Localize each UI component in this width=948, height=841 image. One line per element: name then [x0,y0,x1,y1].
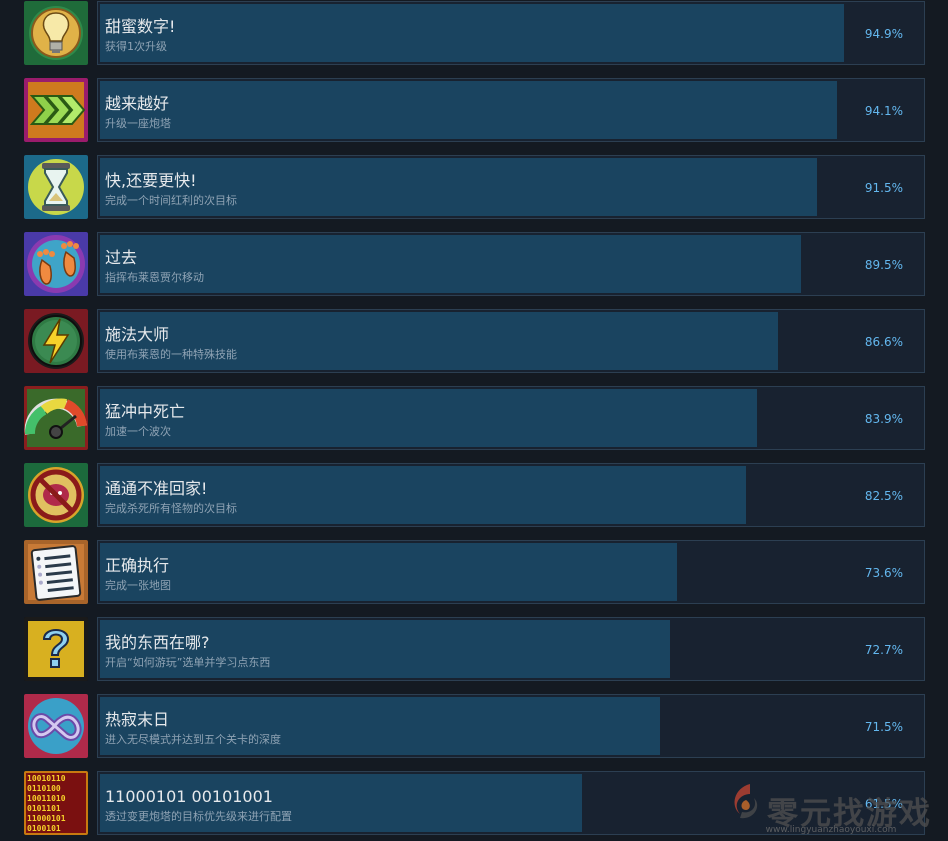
triple-chevron-icon [24,78,88,142]
footprints-icon [24,232,88,296]
svg-text:11000101: 11000101 [27,814,66,823]
checklist-icon [24,540,88,604]
speedometer-icon [24,386,88,450]
achievement-progress-bar: 甜蜜数字! 获得1次升级 94.9% [97,1,925,65]
achievement-percent: 82.5% [864,489,903,503]
achievement-percent: 73.6% [864,566,903,580]
achievement-description: 获得1次升级 [105,40,167,53]
achievement-description: 升级一座炮塔 [105,117,171,130]
achievement-percent: 61.5% [864,797,903,811]
achievement-row: 越来越好升级一座炮塔 94.1% [0,78,948,142]
achievement-progress-bar: 11000101 00101001 透过变更炮塔的目标优先级来进行配置 61.5% [97,771,925,835]
achievement-progress-bar: 正确执行完成一张地图 73.6% [97,540,925,604]
infinity-icon [24,694,88,758]
achievement-row: 施法大师使用布莱恩的一种特殊技能 86.6% [0,309,948,373]
achievement-description: 透过变更炮塔的目标优先级来进行配置 [105,810,292,823]
achievement-percent: 94.9% [864,27,903,41]
achievement-percent: 94.1% [864,104,903,118]
achievement-description: 完成一张地图 [105,579,171,592]
achievement-progress-fill [100,81,837,139]
achievement-progress-bar: 热寂末日进入无尽模式并达到五个关卡的深度 71.5% [97,694,925,758]
achievement-row: 通通不准回家! 完成杀死所有怪物的次目标 82.5% [0,463,948,527]
achievement-percent: 91.5% [864,181,903,195]
achievement-progress-bar: 猛冲中死亡加速一个波次 83.9% [97,386,925,450]
question-mark-icon [24,617,88,681]
achievement-description: 加速一个波次 [105,425,171,438]
svg-text:0110100: 0110100 [27,784,61,793]
achievement-progress-bar: 我的东西在哪? 开启“如何游玩”选单并学习点东西 72.7% [97,617,925,681]
achievement-title: 施法大师 [105,325,170,344]
achievement-progress-bar: 施法大师使用布莱恩的一种特殊技能 86.6% [97,309,925,373]
achievement-row: 甜蜜数字! 获得1次升级 94.9% [0,1,948,65]
lightning-icon [24,309,88,373]
achievement-row: 我的东西在哪? 开启“如何游玩”选单并学习点东西 72.7% [0,617,948,681]
achievement-title: 越来越好 [105,94,170,113]
svg-text:0101101: 0101101 [27,804,61,813]
achievement-title: 过去 [105,248,138,267]
binary-code-icon: 10010110 0110100 10011010 0101101 11000101 01… [24,771,88,835]
achievement-description: 完成一个时间红利的次目标 [105,194,237,207]
achievement-row: 猛冲中死亡加速一个波次 83.9% [0,386,948,450]
svg-text:10011010: 10011010 [27,794,66,803]
achievement-progress-bar: 快,还要更快! 完成一个时间红利的次目标 91.5% [97,155,925,219]
achievement-progress-bar: 过去指挥布莱恩贾尔移动 89.5% [97,232,925,296]
achievement-title: 正确执行 [105,556,170,575]
achievement-title: 我的东西在哪? [105,633,210,652]
achievement-progress-fill [100,4,844,62]
achievement-title: 热寂末日 [105,710,170,729]
achievement-description: 开启“如何游玩”选单并学习点东西 [105,656,271,669]
achievement-progress-fill [100,389,757,447]
achievement-title: 甜蜜数字! [105,17,176,36]
achievement-percent: 86.6% [864,335,903,349]
no-monster-icon [24,463,88,527]
achievement-row: 10010110 0110100 10011010 0101101 11000101 01… [0,771,948,835]
hourglass-icon [24,155,88,219]
achievement-percent: 83.9% [864,412,903,426]
achievement-title: 通通不准回家! [105,479,208,498]
achievement-percent: 71.5% [864,720,903,734]
achievement-progress-bar: 越来越好升级一座炮塔 94.1% [97,78,925,142]
achievement-description: 使用布莱恩的一种特殊技能 [105,348,237,361]
achievement-title: 11000101 00101001 [105,787,273,806]
achievement-row: 过去指挥布莱恩贾尔移动 89.5% [0,232,948,296]
achievement-row: 快,还要更快! 完成一个时间红利的次目标 91.5% [0,155,948,219]
achievement-progress-fill [100,543,677,601]
achievement-description: 指挥布莱恩贾尔移动 [105,271,204,284]
svg-text:0100101: 0100101 [27,824,61,833]
achievement-progress-fill [100,235,801,293]
achievement-description: 进入无尽模式并达到五个关卡的深度 [105,733,281,746]
achievement-title: 猛冲中死亡 [105,402,186,421]
achievement-description: 完成杀死所有怪物的次目标 [105,502,237,515]
achievement-row: 热寂末日进入无尽模式并达到五个关卡的深度 71.5% [0,694,948,758]
achievement-progress-bar: 通通不准回家! 完成杀死所有怪物的次目标 82.5% [97,463,925,527]
achievement-row: 正确执行完成一张地图 73.6% [0,540,948,604]
achievement-percent: 72.7% [864,643,903,657]
lightbulb-icon [24,1,88,65]
achievement-title: 快,还要更快! [105,171,197,190]
svg-text:10010110: 10010110 [27,774,66,783]
achievement-percent: 89.5% [864,258,903,272]
